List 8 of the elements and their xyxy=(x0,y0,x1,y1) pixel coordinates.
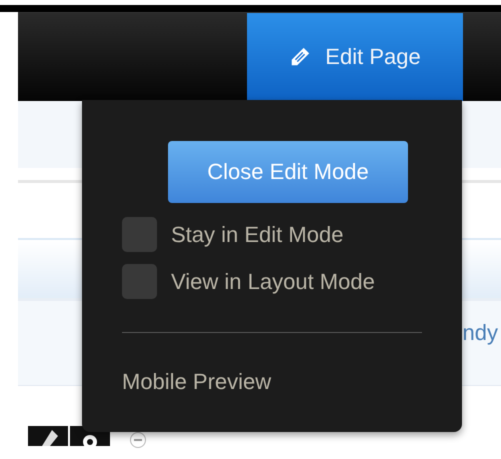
link-text[interactable]: ndy xyxy=(462,320,498,346)
checkbox[interactable] xyxy=(122,264,157,299)
option-label: View in Layout Mode xyxy=(171,268,375,294)
close-edit-mode-button[interactable]: Close Edit Mode xyxy=(168,141,408,203)
checkbox[interactable] xyxy=(122,217,157,252)
option-label: Stay in Edit Mode xyxy=(171,222,344,248)
mobile-preview-link[interactable]: Mobile Preview xyxy=(122,369,272,395)
edit-page-button[interactable]: Edit Page xyxy=(247,13,463,101)
